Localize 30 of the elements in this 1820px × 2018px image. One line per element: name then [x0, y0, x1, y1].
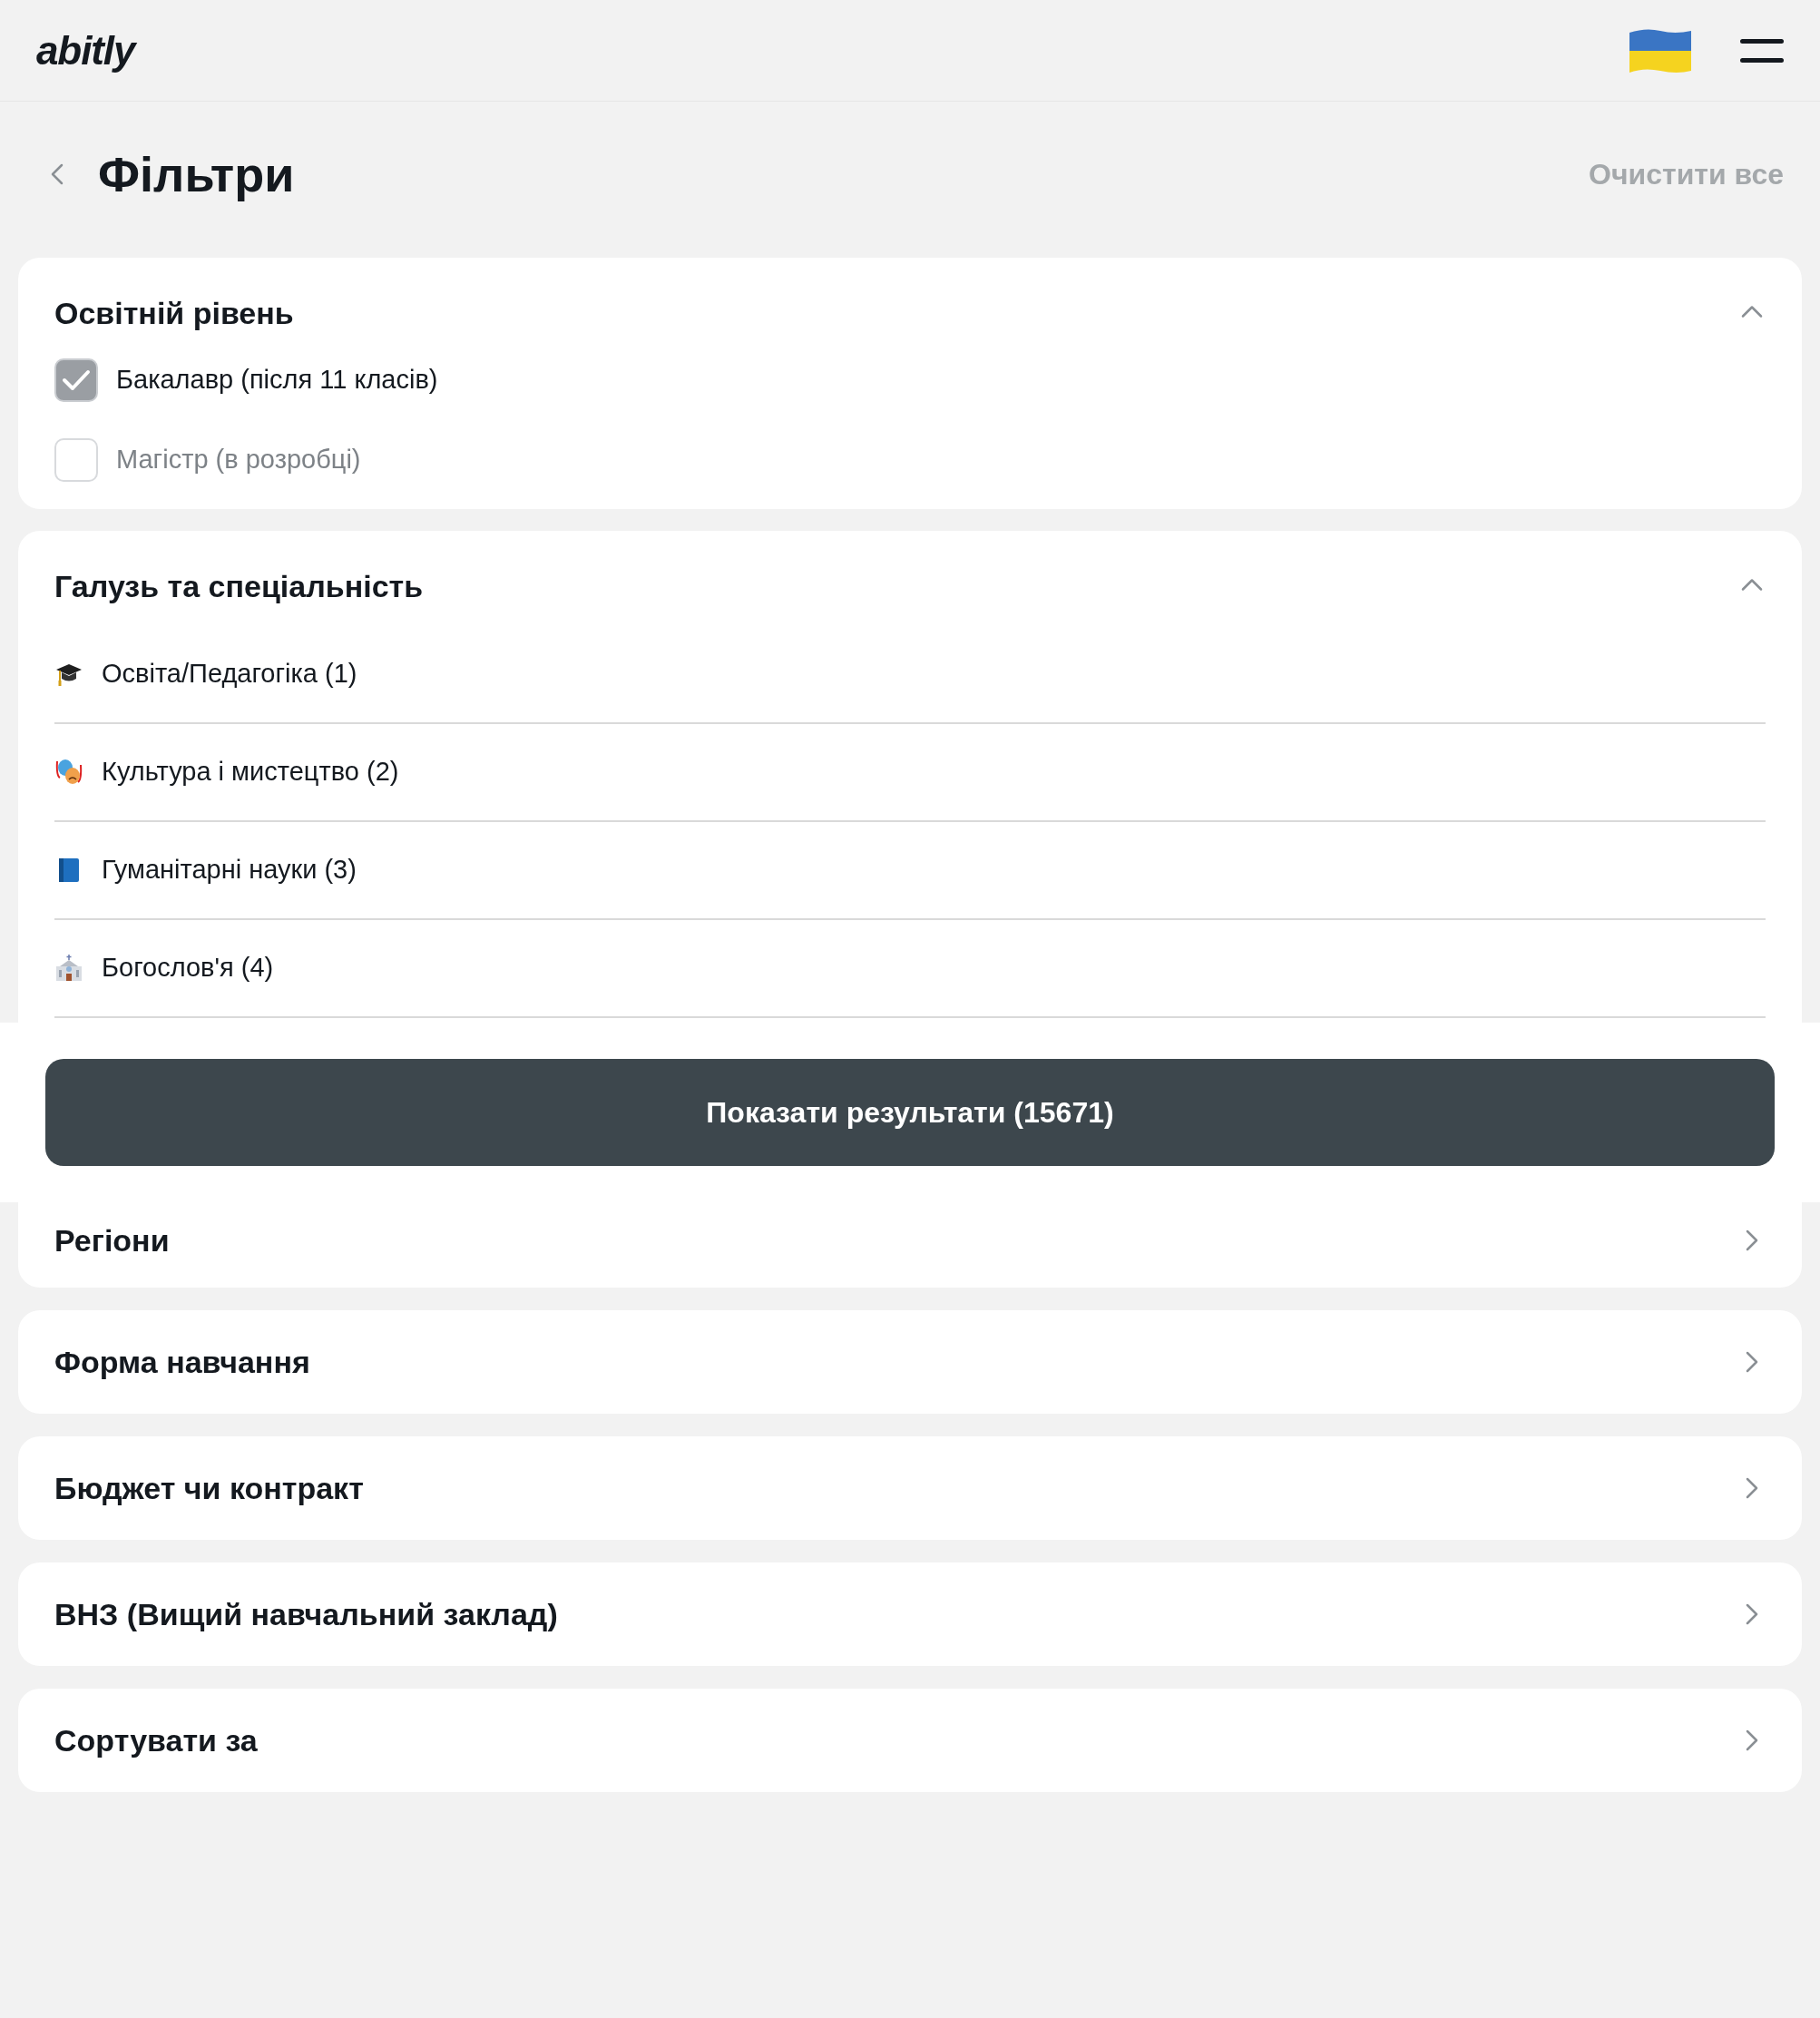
filter-section-row[interactable]: Форма навчання: [18, 1310, 1802, 1414]
category-item[interactable]: Культура і мистецтво (2): [54, 724, 1766, 822]
section-title[interactable]: Регіони: [54, 1217, 170, 1264]
checkbox[interactable]: [54, 358, 98, 402]
category-label[interactable]: Культура і мистецтво (2): [102, 752, 399, 792]
filter-section-row[interactable]: Бюджет чи контракт: [18, 1436, 1802, 1540]
checkmark-icon: [62, 368, 91, 392]
show-results-button[interactable]: Показати результати (15671): [45, 1059, 1775, 1166]
filter-section-row[interactable]: ВНЗ (Вищий навчальний заклад): [18, 1562, 1802, 1666]
category-label[interactable]: Гуманітарні науки (3): [102, 850, 357, 890]
category-label[interactable]: Богослов'я (4): [102, 948, 274, 988]
section-title[interactable]: Бюджет чи контракт: [54, 1465, 364, 1512]
section-title: Галузь та спеціальність: [54, 568, 424, 605]
checkbox-label[interactable]: Бакалавр (після 11 класів): [116, 360, 438, 400]
flag-icon[interactable]: [1628, 26, 1693, 74]
page-title: Фільтри: [98, 145, 295, 203]
filter-section-row[interactable]: Регіони: [18, 1202, 1802, 1288]
category-item[interactable]: Гуманітарні науки (3): [54, 822, 1766, 920]
section-title: Освітній рівень: [54, 295, 294, 332]
category-item[interactable]: Освіта/Педагогіка (1): [54, 626, 1766, 724]
section-title[interactable]: Форма навчання: [54, 1338, 310, 1386]
category-item[interactable]: Богослов'я (4): [54, 920, 1766, 1018]
section-title[interactable]: Сортувати за: [54, 1717, 258, 1764]
church-icon: [54, 954, 83, 983]
filter-section-row[interactable]: Сортувати за: [18, 1689, 1802, 1792]
logo[interactable]: abitly: [36, 20, 135, 81]
category-label[interactable]: Освіта/Педагогіка (1): [102, 654, 357, 694]
menu-icon[interactable]: [1740, 38, 1784, 63]
theater-masks-icon: [54, 758, 83, 787]
section-title[interactable]: ВНЗ (Вищий навчальний заклад): [54, 1591, 558, 1638]
